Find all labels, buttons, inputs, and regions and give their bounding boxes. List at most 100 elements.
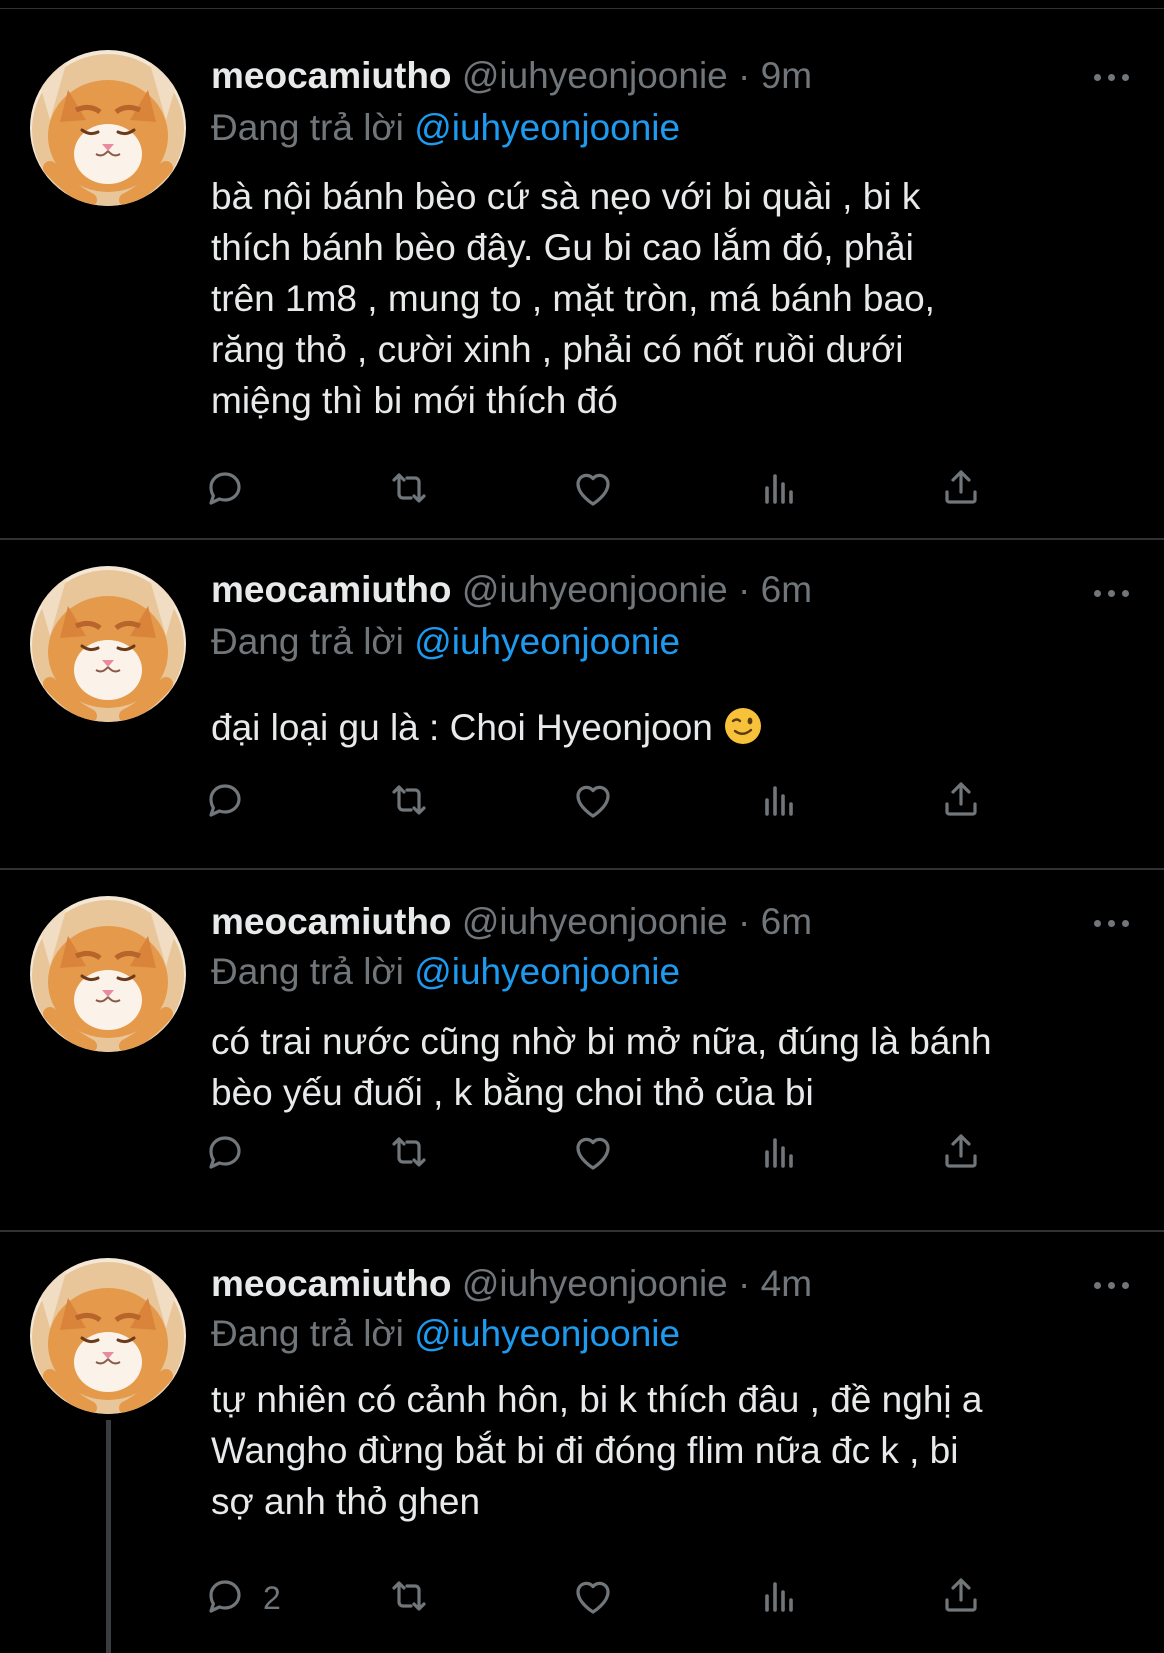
avatar[interactable] (30, 896, 186, 1052)
reply-count: 2 (263, 1579, 281, 1616)
mention-link[interactable]: @iuhyeonjoonie (414, 1313, 680, 1354)
user-handle[interactable]: @iuhyeonjoonie (462, 569, 728, 610)
display-name[interactable]: meocamiutho (211, 1263, 452, 1304)
avatar[interactable] (30, 1258, 186, 1414)
tweet[interactable]: meocamiutho @iuhyeonjoonie · 6m Đang trả… (0, 540, 1164, 870)
mention-link[interactable]: @iuhyeonjoonie (414, 621, 680, 662)
reply-icon (201, 776, 249, 829)
tweet-text-line: thích bánh bèo đây. Gu bi cao lắm đó, ph… (211, 227, 914, 268)
action-bar: 2 (209, 1572, 1111, 1624)
like-icon (569, 776, 617, 829)
reply-button[interactable]: 2 (201, 1572, 281, 1624)
more-icon[interactable] (1094, 582, 1138, 604)
tweet-text: bà nội bánh bèo cứ sà nẹo với bi quài , … (211, 171, 1151, 426)
reply-icon (201, 1572, 249, 1625)
share-button[interactable] (937, 464, 985, 516)
reply-button[interactable] (201, 776, 263, 828)
tweet-text: có trai nước cũng nhờ bi mở nữa, đúng là… (211, 1016, 1151, 1118)
tweet-text-line: bèo yếu đuối , k bằng choi thỏ của bi (211, 1072, 814, 1113)
tweet[interactable]: meocamiutho @iuhyeonjoonie · 9m Đang trả… (0, 0, 1164, 540)
share-button[interactable] (937, 1572, 985, 1624)
share-button[interactable] (937, 776, 985, 828)
like-icon (569, 464, 617, 517)
display-name[interactable]: meocamiutho (211, 901, 452, 942)
share-icon (937, 776, 985, 829)
replying-to: Đang trả lời @iuhyeonjoonie (211, 1312, 680, 1356)
like-button[interactable] (569, 776, 617, 828)
views-icon (753, 776, 801, 829)
timestamp[interactable]: 9m (761, 55, 812, 96)
tweet-text-line: bà nội bánh bèo cứ sà nẹo với bi quài , … (211, 176, 921, 217)
like-button[interactable] (569, 464, 617, 516)
more-icon[interactable] (1094, 66, 1138, 88)
replying-to: Đang trả lời @iuhyeonjoonie (211, 106, 680, 150)
action-bar (209, 464, 1111, 516)
tweet-text-line: trên 1m8 , mung to , mặt tròn, má bánh b… (211, 278, 935, 319)
retweet-button[interactable] (385, 1128, 433, 1180)
share-button[interactable] (937, 1128, 985, 1180)
user-handle[interactable]: @iuhyeonjoonie (462, 55, 728, 96)
tweet[interactable]: meocamiutho @iuhyeonjoonie · 4m Đang trả… (0, 1232, 1164, 1653)
tweet-header: meocamiutho @iuhyeonjoonie · 6m (211, 568, 812, 612)
avatar[interactable] (30, 50, 186, 206)
tweet-text: tự nhiên có cảnh hôn, bi k thích đâu , đ… (211, 1374, 1151, 1527)
tweet[interactable]: meocamiutho @iuhyeonjoonie · 6m Đang trả… (0, 870, 1164, 1232)
reply-button[interactable] (201, 1128, 263, 1180)
tweet-text-line: miệng thì bi mới thích đó (211, 380, 618, 421)
like-button[interactable] (569, 1128, 617, 1180)
winking-face-icon (723, 706, 763, 759)
action-bar (209, 1128, 1111, 1180)
retweet-icon (385, 1128, 433, 1181)
retweet-icon (385, 1572, 433, 1625)
mention-link[interactable]: @iuhyeonjoonie (414, 951, 680, 992)
separator-dot: · (738, 569, 751, 610)
avatar[interactable] (30, 566, 186, 722)
more-icon[interactable] (1094, 912, 1138, 934)
timestamp[interactable]: 6m (761, 901, 812, 942)
retweet-button[interactable] (385, 776, 433, 828)
retweet-button[interactable] (385, 464, 433, 516)
tweet-text-line: tự nhiên có cảnh hôn, bi k thích đâu , đ… (211, 1379, 983, 1420)
tweet-header: meocamiutho @iuhyeonjoonie · 4m (211, 1262, 812, 1306)
like-icon (569, 1128, 617, 1181)
mention-link[interactable]: @iuhyeonjoonie (414, 107, 680, 148)
views-button[interactable] (753, 1572, 801, 1624)
replying-to-label: Đang trả lời (211, 107, 404, 148)
reply-button[interactable] (201, 464, 263, 516)
views-button[interactable] (753, 776, 801, 828)
display-name[interactable]: meocamiutho (211, 569, 452, 610)
share-icon (937, 1128, 985, 1181)
more-icon[interactable] (1094, 1274, 1138, 1296)
like-button[interactable] (569, 1572, 617, 1624)
replying-to: Đang trả lời @iuhyeonjoonie (211, 620, 680, 664)
user-handle[interactable]: @iuhyeonjoonie (462, 901, 728, 942)
like-icon (569, 1572, 617, 1625)
separator-dot: · (738, 1263, 751, 1304)
retweet-icon (385, 776, 433, 829)
share-icon (937, 1572, 985, 1625)
views-icon (753, 464, 801, 517)
user-handle[interactable]: @iuhyeonjoonie (462, 1263, 728, 1304)
tweet-text-line: răng thỏ , cười xinh , phải có nốt ruồi … (211, 329, 904, 370)
tweet-text-line: có trai nước cũng nhờ bi mở nữa, đúng là… (211, 1021, 992, 1062)
reply-icon (201, 464, 249, 517)
action-bar (209, 776, 1111, 828)
timestamp[interactable]: 4m (761, 1263, 812, 1304)
tweet-text-line: sợ anh thỏ ghen (211, 1481, 481, 1522)
tweet-header: meocamiutho @iuhyeonjoonie · 9m (211, 54, 812, 98)
tweet-text-line: Wangho đừng bắt bi đi đóng flim nữa đc k… (211, 1430, 959, 1471)
tweet-text: đại loại gu là : Choi Hyeonjoon (211, 702, 1151, 759)
thread-line (106, 1420, 111, 1653)
timestamp[interactable]: 6m (761, 569, 812, 610)
views-button[interactable] (753, 464, 801, 516)
retweet-button[interactable] (385, 1572, 433, 1624)
display-name[interactable]: meocamiutho (211, 55, 452, 96)
views-button[interactable] (753, 1128, 801, 1180)
share-icon (937, 464, 985, 517)
separator-dot: · (738, 901, 751, 942)
tweet-text-content: đại loại gu là : Choi Hyeonjoon (211, 707, 713, 748)
reply-icon (201, 1128, 249, 1181)
retweet-icon (385, 464, 433, 517)
replying-to-label: Đang trả lời (211, 951, 404, 992)
separator-dot: · (738, 55, 751, 96)
